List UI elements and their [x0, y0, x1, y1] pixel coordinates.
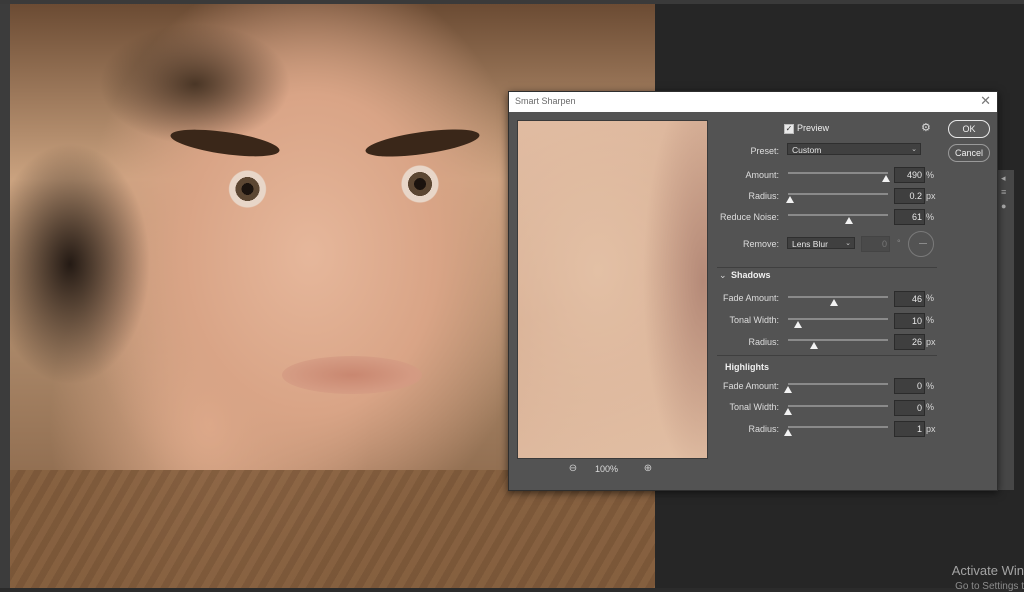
shadows-fade-amount-slider-track[interactable] — [788, 296, 888, 298]
amount-label: Amount: — [745, 170, 779, 180]
shadows-radius-label: Radius: — [748, 337, 779, 347]
canvas-left-margin — [0, 4, 10, 588]
shadows-radius-unit: px — [926, 337, 936, 347]
panel-menu-icon[interactable]: ≡ — [1001, 188, 1010, 197]
highlights-radius-field[interactable]: 1 — [894, 421, 925, 437]
highlights-radius-label: Radius: — [748, 424, 779, 434]
radius-field[interactable]: 0.2 — [894, 188, 925, 204]
highlights-section-title[interactable]: Highlights — [725, 362, 769, 372]
zoom-level: 100% — [595, 464, 619, 474]
close-icon[interactable]: ✕ — [980, 94, 991, 108]
radius-slider-thumb[interactable] — [786, 196, 794, 203]
amount-slider-thumb[interactable] — [882, 175, 890, 182]
highlights-fade-amount-unit: % — [926, 381, 935, 391]
preview-image-pane[interactable] — [517, 120, 708, 459]
shadows-tonal-width-unit: % — [926, 315, 935, 325]
remove-value: Lens Blur — [792, 239, 828, 249]
shadows-section-title[interactable]: Shadows — [731, 270, 771, 280]
radius-slider-track[interactable] — [788, 193, 888, 195]
highlights-fade-amount-label: Fade Amount: — [722, 381, 779, 391]
shadows-fade-amount-field[interactable]: 46 — [894, 291, 925, 307]
section-divider — [717, 267, 937, 268]
left-eye — [210, 169, 285, 209]
panel-toggle-icon[interactable]: ◂ — [1001, 174, 1010, 183]
shadows-radius-field[interactable]: 26 — [894, 334, 925, 350]
highlights-radius-unit: px — [926, 424, 936, 434]
right-eye — [380, 164, 460, 204]
right-eyebrow — [364, 124, 481, 162]
highlights-tonal-width-slider-thumb[interactable] — [784, 408, 792, 415]
shadows-fade-amount-slider-thumb[interactable] — [830, 299, 838, 306]
radius-unit: px — [926, 191, 936, 201]
gear-icon[interactable]: ⚙ — [921, 121, 931, 134]
zoom-out-icon[interactable]: ⊖ — [567, 463, 579, 475]
highlights-tonal-width-label: Tonal Width: — [729, 402, 779, 412]
angle-field[interactable]: 0 — [861, 236, 890, 252]
panel-dot-icon[interactable]: ● — [1001, 202, 1010, 211]
preview-checkbox[interactable]: ✓ — [784, 124, 794, 134]
angle-dial-indicator — [919, 243, 927, 244]
remove-label: Remove: — [742, 239, 779, 249]
preset-dropdown[interactable]: Custom ⌄ — [787, 143, 921, 155]
highlights-radius-slider-thumb[interactable] — [784, 429, 792, 436]
highlights-fade-amount-slider-thumb[interactable] — [784, 386, 792, 393]
shadows-tonal-width-label: Tonal Width: — [729, 315, 779, 325]
highlights-radius-slider-track[interactable] — [788, 426, 888, 428]
highlights-fade-amount-field[interactable]: 0 — [894, 378, 925, 394]
radius-label: Radius: — [748, 191, 779, 201]
shadows-tonal-width-field[interactable]: 10 — [894, 313, 925, 329]
side-panel-strip: ◂ ≡ ● — [997, 170, 1014, 490]
angle-unit: ° — [897, 238, 901, 248]
chevron-down-icon[interactable]: ⌄ — [719, 270, 727, 281]
shadows-tonal-width-slider-thumb[interactable] — [794, 321, 802, 328]
amount-unit: % — [926, 170, 935, 180]
highlights-fade-amount-slider-track[interactable] — [788, 383, 888, 385]
shadows-radius-slider-thumb[interactable] — [810, 342, 818, 349]
dialog-title-bar[interactable]: Smart Sharpen ✕ — [509, 92, 997, 112]
angle-dial[interactable] — [908, 231, 934, 257]
chevron-down-icon: ⌄ — [911, 146, 917, 153]
shadows-radius-slider-track[interactable] — [788, 339, 888, 341]
shadows-tonal-width-slider-track[interactable] — [788, 318, 888, 320]
left-eyebrow — [169, 124, 281, 162]
reduce-noise-slider-thumb[interactable] — [845, 217, 853, 224]
preset-label: Preset: — [750, 146, 779, 156]
highlights-tonal-width-field[interactable]: 0 — [894, 400, 925, 416]
remove-dropdown[interactable]: Lens Blur ⌄ — [787, 237, 855, 249]
chevron-down-icon: ⌄ — [845, 240, 851, 247]
cancel-button[interactable]: Cancel — [948, 144, 990, 162]
reduce-noise-unit: % — [926, 212, 935, 222]
amount-field[interactable]: 490 — [894, 167, 925, 183]
preview-label: Preview — [797, 123, 830, 133]
section-divider — [717, 355, 937, 356]
reduce-noise-slider-track[interactable] — [788, 214, 888, 216]
highlights-tonal-width-slider-track[interactable] — [788, 405, 888, 407]
shadows-fade-amount-label: Fade Amount: — [722, 293, 779, 303]
amount-slider-track[interactable] — [788, 172, 888, 174]
reduce-noise-label: Reduce Noise: — [719, 212, 779, 222]
ok-button[interactable]: OK — [948, 120, 990, 138]
reduce-noise-field[interactable]: 61 — [894, 209, 925, 225]
activate-windows-watermark: Activate Win — [951, 563, 1024, 578]
activate-windows-subtext: Go to Settings t — [955, 581, 1024, 592]
shadows-fade-amount-unit: % — [926, 293, 935, 303]
highlights-tonal-width-unit: % — [926, 402, 935, 412]
preset-value: Custom — [792, 145, 822, 155]
lips — [282, 356, 422, 394]
smart-sharpen-dialog: Smart Sharpen ✕ ⊖ 100% ⊕ ✓ Preview ⚙ OK … — [508, 91, 998, 491]
dialog-title: Smart Sharpen — [515, 96, 576, 106]
zoom-in-icon[interactable]: ⊕ — [642, 463, 654, 475]
